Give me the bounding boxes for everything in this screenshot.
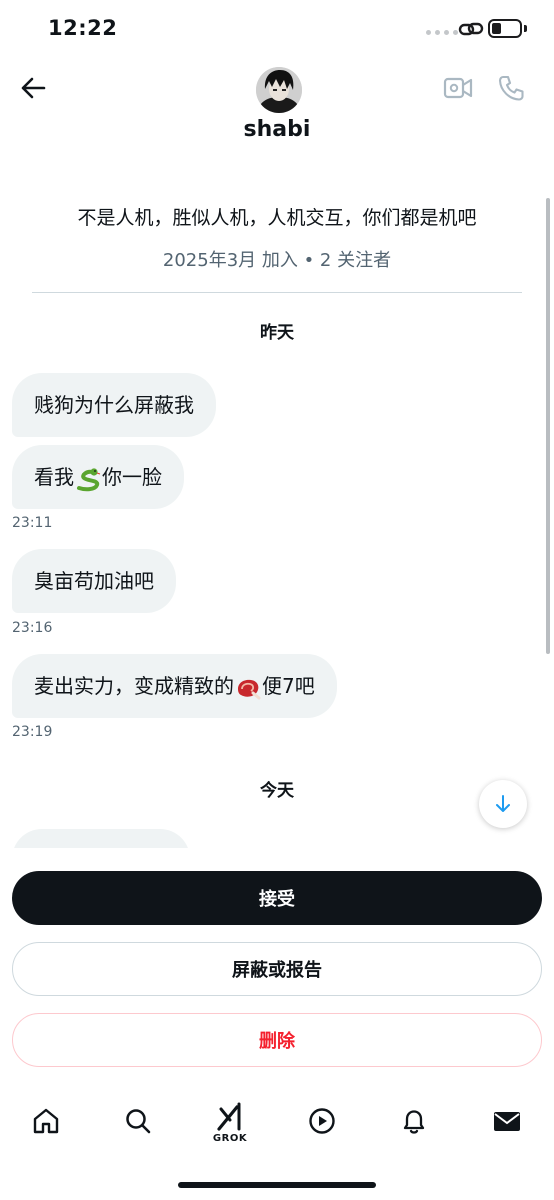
phone-call-icon[interactable] xyxy=(497,74,525,102)
arrow-down-icon xyxy=(496,795,510,812)
block-or-report-button[interactable]: 屏蔽或报告 xyxy=(12,942,542,996)
join-date-followers[interactable]: 2025年3月 加入 • 2 关注者 xyxy=(0,246,554,272)
divider xyxy=(32,292,522,293)
home-icon xyxy=(33,1108,59,1134)
envelope-icon xyxy=(494,1112,520,1131)
delete-button[interactable]: 删除 xyxy=(12,1013,542,1067)
message-time: 23:19 xyxy=(12,724,53,740)
tab-messages[interactable] xyxy=(487,1101,527,1141)
scrollbar[interactable] xyxy=(546,198,550,654)
tab-video[interactable] xyxy=(302,1101,342,1141)
message-text: 便7吧 xyxy=(262,674,315,698)
link-icon xyxy=(458,22,484,36)
tab-grok[interactable] xyxy=(210,1097,250,1137)
grok-label: GROK xyxy=(212,1133,248,1144)
battery-icon xyxy=(488,19,522,38)
home-indicator xyxy=(178,1182,376,1188)
day-separator-today: 今天 xyxy=(260,781,294,801)
tab-notifications[interactable] xyxy=(394,1101,434,1141)
grok-icon xyxy=(217,1102,241,1131)
user-bio: 不是人机，胜似人机，人机交互，你们都是机吧 xyxy=(77,207,477,229)
message-time: 23:16 xyxy=(12,620,53,636)
video-call-icon[interactable] xyxy=(443,74,473,102)
back-arrow-icon[interactable] xyxy=(20,76,46,100)
message-bubble[interactable]: 麦出实力，变成精致的 便7吧 xyxy=(12,654,337,718)
scroll-to-bottom-button[interactable] xyxy=(479,780,527,828)
message-bubble[interactable]: 贱狗为什么屏蔽我 xyxy=(12,373,216,437)
bell-icon xyxy=(403,1110,425,1134)
tab-search[interactable] xyxy=(118,1101,158,1141)
message-text: 贱狗为什么屏蔽我 xyxy=(34,393,194,417)
battery-cap xyxy=(524,25,527,32)
play-circle-icon xyxy=(309,1108,335,1134)
search-icon xyxy=(126,1109,151,1134)
meat-emoji-icon xyxy=(238,679,261,699)
message-bubble[interactable]: 臭亩苟加油吧 xyxy=(12,549,176,613)
message-time: 23:11 xyxy=(12,515,53,531)
day-separator-yesterday: 昨天 xyxy=(260,323,294,343)
message-text: 臭亩苟加油吧 xyxy=(34,569,154,593)
user-name[interactable]: shabi xyxy=(0,117,554,142)
avatar[interactable] xyxy=(256,67,302,113)
status-time: 12:22 xyxy=(48,16,118,40)
message-text: 麦出实力，变成精致的 xyxy=(34,674,234,698)
message-text: 你一脸 xyxy=(102,465,162,489)
message-text: 看我 xyxy=(34,465,74,489)
signal-icon xyxy=(426,30,458,35)
accept-button[interactable]: 接受 xyxy=(12,871,542,925)
snake-emoji-icon xyxy=(77,467,101,491)
message-bubble[interactable]: 看我 你一脸 xyxy=(12,445,184,509)
tab-home[interactable] xyxy=(26,1101,66,1141)
